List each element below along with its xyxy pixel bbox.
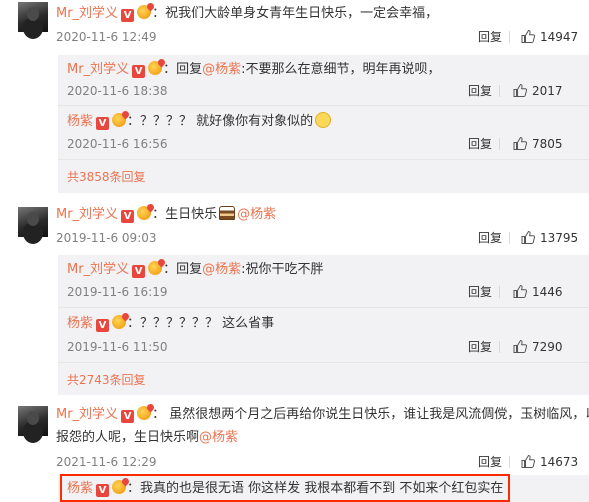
avatar[interactable] <box>18 2 48 32</box>
comment-body-continued: 报怨的人呢，生日快乐啊@杨紫 <box>56 429 238 447</box>
verified-badge: V <box>96 319 110 332</box>
mention-link[interactable]: @杨紫 <box>202 262 241 277</box>
reply-time: 2019-11-6 16:19 <box>67 285 168 299</box>
avatar[interactable] <box>18 406 48 436</box>
avatar[interactable] <box>18 207 48 237</box>
reply-text: ：？？？？？？ 这么省事 <box>127 316 275 331</box>
member-badge <box>148 61 163 75</box>
like-button[interactable]: 14673 <box>521 454 578 470</box>
reply-box: Mr_刘学义 V ：回复@杨紫:祝你干吃不胖 2019-11-6 16:19 回复 … <box>58 255 589 395</box>
thumbs-up-icon <box>513 285 527 298</box>
like-count: 7805 <box>532 137 563 151</box>
thumbs-up-icon <box>521 455 535 468</box>
like-count: 13795 <box>540 231 579 245</box>
comment-text: ：祝我们大龄单身女青年生日快乐，一定会幸福， <box>152 6 439 21</box>
member-badge <box>137 206 152 220</box>
comment-body: Mr_刘学义 V ：生日快乐 @杨紫 <box>56 206 276 224</box>
like-button[interactable]: 13795 <box>521 230 578 246</box>
reply-prefix: ：回复 <box>163 62 203 77</box>
reply-time: 2020-11-6 16:56 <box>67 137 168 151</box>
like-count: 2017 <box>532 84 563 98</box>
verified-badge: V <box>121 9 135 22</box>
highlight-box <box>60 474 510 502</box>
like-count: 1446 <box>532 285 563 299</box>
reply-time: 2019-11-6 11:50 <box>67 340 168 354</box>
reply-button[interactable]: 回复 <box>468 136 492 152</box>
more-replies-link[interactable]: 共2743条回复 <box>67 372 146 388</box>
like-count: 14947 <box>540 30 579 44</box>
divider <box>58 307 589 308</box>
reply-prefix: ：回复 <box>163 262 203 277</box>
reply-username[interactable]: Mr_刘学义 <box>67 62 129 77</box>
reply-text: :祝你干吃不胖 <box>241 262 324 277</box>
verified-badge: V <box>121 210 135 223</box>
like-count: 14673 <box>540 455 579 469</box>
username[interactable]: Mr_刘学义 <box>56 6 118 21</box>
divider <box>509 456 510 468</box>
thumbs-up-icon <box>513 137 527 150</box>
divider <box>499 286 500 298</box>
member-badge <box>112 315 127 329</box>
smile-emoji-icon <box>315 112 332 128</box>
reply-button[interactable]: 回复 <box>478 230 502 246</box>
verified-badge: V <box>96 117 110 130</box>
divider <box>499 85 500 97</box>
mention-link[interactable]: @杨紫 <box>202 62 241 77</box>
reply-button[interactable]: 回复 <box>468 284 492 300</box>
cake-emoji-icon <box>219 206 236 220</box>
thumbs-up-icon <box>521 30 535 43</box>
reply-body: 杨紫 V ：？？？？？？ 这么省事 <box>67 315 274 333</box>
reply-username[interactable]: 杨紫 <box>67 316 93 331</box>
comment-time: 2020-11-6 12:49 <box>56 30 157 44</box>
reply-button[interactable]: 回复 <box>468 83 492 99</box>
comment-body: Mr_刘学义 V ： 虽然很想两个月之后再给你说生日快乐，谁让我是风流倜傥，玉树临风… <box>56 406 589 424</box>
reply-button[interactable]: 回复 <box>468 339 492 355</box>
comment-time: 2021-11-6 12:29 <box>56 455 157 469</box>
thumbs-up-icon <box>513 84 527 97</box>
reply-body: Mr_刘学义 V ：回复@杨紫:不要那么在意细节，明年再说呗， <box>67 61 440 79</box>
member-badge <box>137 5 152 19</box>
comment-body: Mr_刘学义 V ：祝我们大龄单身女青年生日快乐，一定会幸福， <box>56 5 438 23</box>
divider <box>509 31 510 43</box>
thumbs-up-icon <box>521 231 535 244</box>
reply-time: 2020-11-6 18:38 <box>67 84 168 98</box>
divider <box>499 341 500 353</box>
thumbs-up-icon <box>513 340 527 353</box>
more-replies-link[interactable]: 共3858条回复 <box>67 169 146 185</box>
member-badge <box>137 406 152 420</box>
member-badge <box>112 113 127 127</box>
divider <box>58 362 589 363</box>
reply-body: 杨紫 V ：？？？？ 就好像你有对象似的 <box>67 112 332 131</box>
comment-text: 报怨的人呢，生日快乐啊 <box>56 430 200 445</box>
verified-badge: V <box>121 410 135 423</box>
like-button[interactable]: 7290 <box>513 339 563 355</box>
comment-text: ：生日快乐 <box>152 207 218 222</box>
comment-text: ： 虽然很想两个月之后再给你说生日快乐，谁让我是风流倜傥，玉树临风，以德 <box>152 407 589 422</box>
like-count: 7290 <box>532 340 563 354</box>
divider <box>499 138 500 150</box>
like-button[interactable]: 14947 <box>521 29 578 45</box>
reply-box: Mr_刘学义 V ：回复@杨紫:不要那么在意细节，明年再说呗， 2020-11-6 … <box>58 55 589 193</box>
reply-text: ：？？？？ 就好像你有对象似的 <box>127 114 314 129</box>
reply-body: Mr_刘学义 V ：回复@杨紫:祝你干吃不胖 <box>67 261 323 279</box>
reply-username[interactable]: 杨紫 <box>67 114 93 129</box>
like-button[interactable]: 1446 <box>513 284 563 300</box>
divider <box>58 159 589 160</box>
reply-text: :不要那么在意细节，明年再说呗， <box>241 62 441 77</box>
divider <box>509 232 510 244</box>
like-button[interactable]: 2017 <box>513 83 563 99</box>
verified-badge: V <box>132 65 146 78</box>
member-badge <box>148 261 163 275</box>
mention-link[interactable]: @杨紫 <box>199 430 238 445</box>
mention-link[interactable]: @杨紫 <box>237 207 276 222</box>
username[interactable]: Mr_刘学义 <box>56 407 118 422</box>
verified-badge: V <box>132 265 146 278</box>
comment-time: 2019-11-6 09:03 <box>56 231 157 245</box>
reply-username[interactable]: Mr_刘学义 <box>67 262 129 277</box>
like-button[interactable]: 7805 <box>513 136 563 152</box>
divider <box>58 105 589 106</box>
reply-button[interactable]: 回复 <box>478 29 502 45</box>
username[interactable]: Mr_刘学义 <box>56 207 118 222</box>
reply-button[interactable]: 回复 <box>478 454 502 470</box>
